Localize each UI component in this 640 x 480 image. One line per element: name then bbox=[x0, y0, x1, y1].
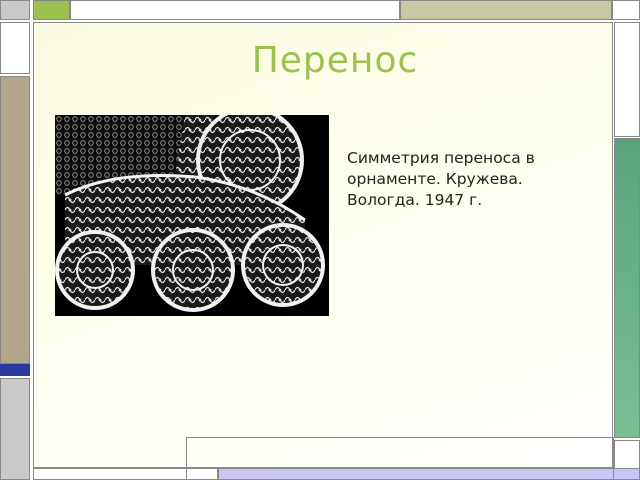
decor-block-left-tan bbox=[0, 76, 30, 364]
decor-block-left-gray-bottom bbox=[0, 378, 30, 480]
decor-block-right-teal bbox=[614, 138, 640, 438]
lace-ornament-image bbox=[55, 115, 329, 316]
decor-block-top-white bbox=[70, 0, 400, 20]
slide-title: Перенос bbox=[251, 40, 419, 81]
decor-block-top-green bbox=[33, 0, 70, 20]
decor-frame-bottom-box bbox=[186, 437, 614, 480]
decor-block-top-right-white bbox=[612, 0, 640, 20]
decor-block-top-olive bbox=[400, 0, 612, 20]
decor-block-top-left-gray bbox=[0, 0, 30, 20]
decor-block-right-white-top bbox=[614, 22, 640, 137]
decor-block-left-navy bbox=[0, 364, 30, 376]
image-caption: Симметрия переноса в орнаменте. Кружева.… bbox=[347, 149, 535, 209]
decor-block-left-white-top bbox=[0, 22, 30, 74]
